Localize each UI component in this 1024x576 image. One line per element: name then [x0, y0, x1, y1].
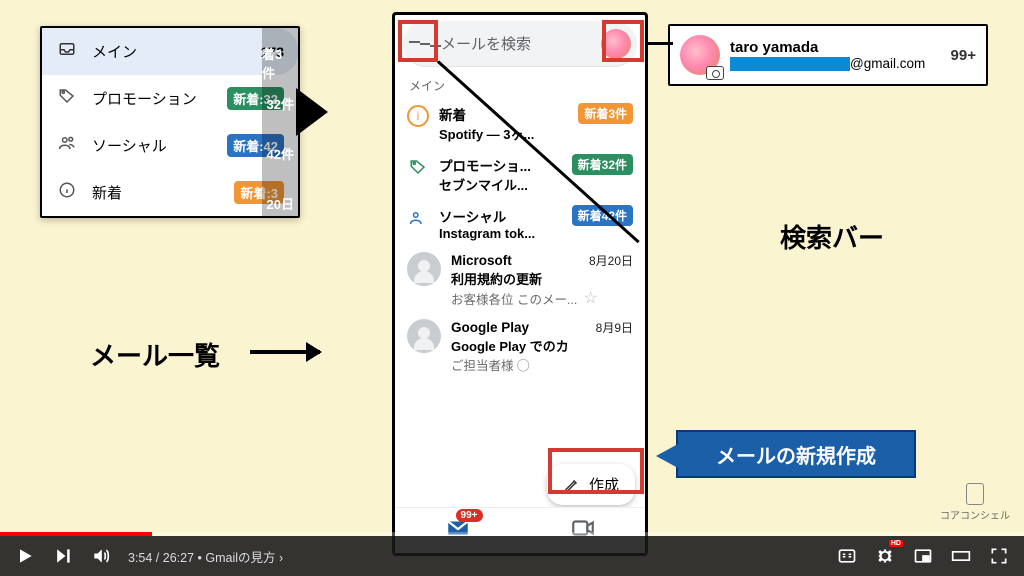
account-count: 99+ — [951, 47, 976, 64]
sender-avatar — [407, 319, 441, 353]
people-icon — [56, 134, 78, 157]
pencil-icon — [563, 476, 581, 494]
account-callout: taro yamada @gmail.com 99+ — [668, 24, 988, 86]
drawer-row-main[interactable]: メイン 173 — [42, 28, 298, 75]
label-compose: メールの新規作成 — [676, 430, 916, 478]
drawer-callout: メイン 173 プロモーション 新着:32 ソーシャル 新着:42 新着 新着:… — [40, 26, 300, 218]
label-maillist: メール一覧 — [90, 336, 220, 373]
play-button[interactable] — [14, 545, 36, 567]
mail-item[interactable]: プロモーショ...新着32件 セブンマイル... — [395, 147, 645, 198]
info-icon: i — [407, 105, 429, 127]
theater-button[interactable] — [950, 545, 972, 567]
compose-button[interactable]: 作成 — [547, 464, 635, 505]
section-label: メイン — [395, 73, 645, 96]
phone-frame: メールを検索 メイン i 新着新着3件 Spotify — 3ヶ... プロモー… — [392, 12, 648, 556]
drawer-row-new[interactable]: 新着 新着:3 — [42, 169, 298, 216]
fullscreen-button[interactable] — [988, 545, 1010, 567]
account-name: taro yamada — [730, 39, 941, 56]
camera-icon — [706, 66, 724, 80]
youtube-controls: 3:54 / 26:27 • Gmailの見方 › HD — [0, 536, 1024, 576]
sender-avatar — [407, 252, 441, 286]
tag-icon — [407, 156, 429, 178]
mail-item[interactable]: Microsoft8月20日 利用規約の更新 お客様各位 このメー...☆ — [395, 245, 645, 312]
drawer-row-social[interactable]: ソーシャル 新着:42 — [42, 122, 298, 169]
miniplayer-button[interactable] — [912, 545, 934, 567]
drawer-label: プロモーション — [92, 88, 213, 109]
mail-item[interactable]: ソーシャル新着42件 Instagram tok... — [395, 198, 645, 245]
mail-item[interactable]: i 新着新着3件 Spotify — 3ヶ... — [395, 96, 645, 147]
settings-button[interactable]: HD — [874, 545, 896, 567]
label-searchbar: 検索バー — [780, 218, 884, 255]
time-display: 3:54 / 26:27 • Gmailの見方 › — [128, 547, 283, 566]
people-icon — [407, 207, 429, 229]
subtitles-button[interactable] — [836, 545, 858, 567]
drawer-row-promo[interactable]: プロモーション 新着:32 — [42, 75, 298, 122]
account-avatar[interactable] — [601, 29, 631, 59]
line-account — [645, 42, 673, 45]
arrow-icon — [250, 350, 320, 354]
next-button[interactable] — [52, 545, 74, 567]
search-placeholder: メールを検索 — [441, 33, 601, 54]
drawer-label: 新着 — [92, 182, 220, 203]
brand-watermark: コアコンシェル — [940, 483, 1010, 522]
brand-icon — [966, 483, 984, 505]
tag-icon — [56, 87, 78, 110]
pointer-icon — [296, 88, 328, 136]
hamburger-icon[interactable] — [409, 28, 441, 60]
drawer-label: メイン — [92, 41, 247, 62]
drawer-label: ソーシャル — [92, 135, 213, 156]
star-icon[interactable]: ☆ — [583, 288, 597, 308]
inbox-icon — [56, 40, 78, 63]
volume-button[interactable] — [90, 545, 112, 567]
info-icon — [56, 181, 78, 204]
mail-item[interactable]: Google Play8月9日 Google Play でのカ ご担当者様 ◯ — [395, 312, 645, 378]
redacted-bar — [730, 57, 850, 71]
drawer-shade: 着3件 32件 42件 20日 — [262, 28, 298, 216]
nav-badge: 99+ — [456, 509, 483, 522]
